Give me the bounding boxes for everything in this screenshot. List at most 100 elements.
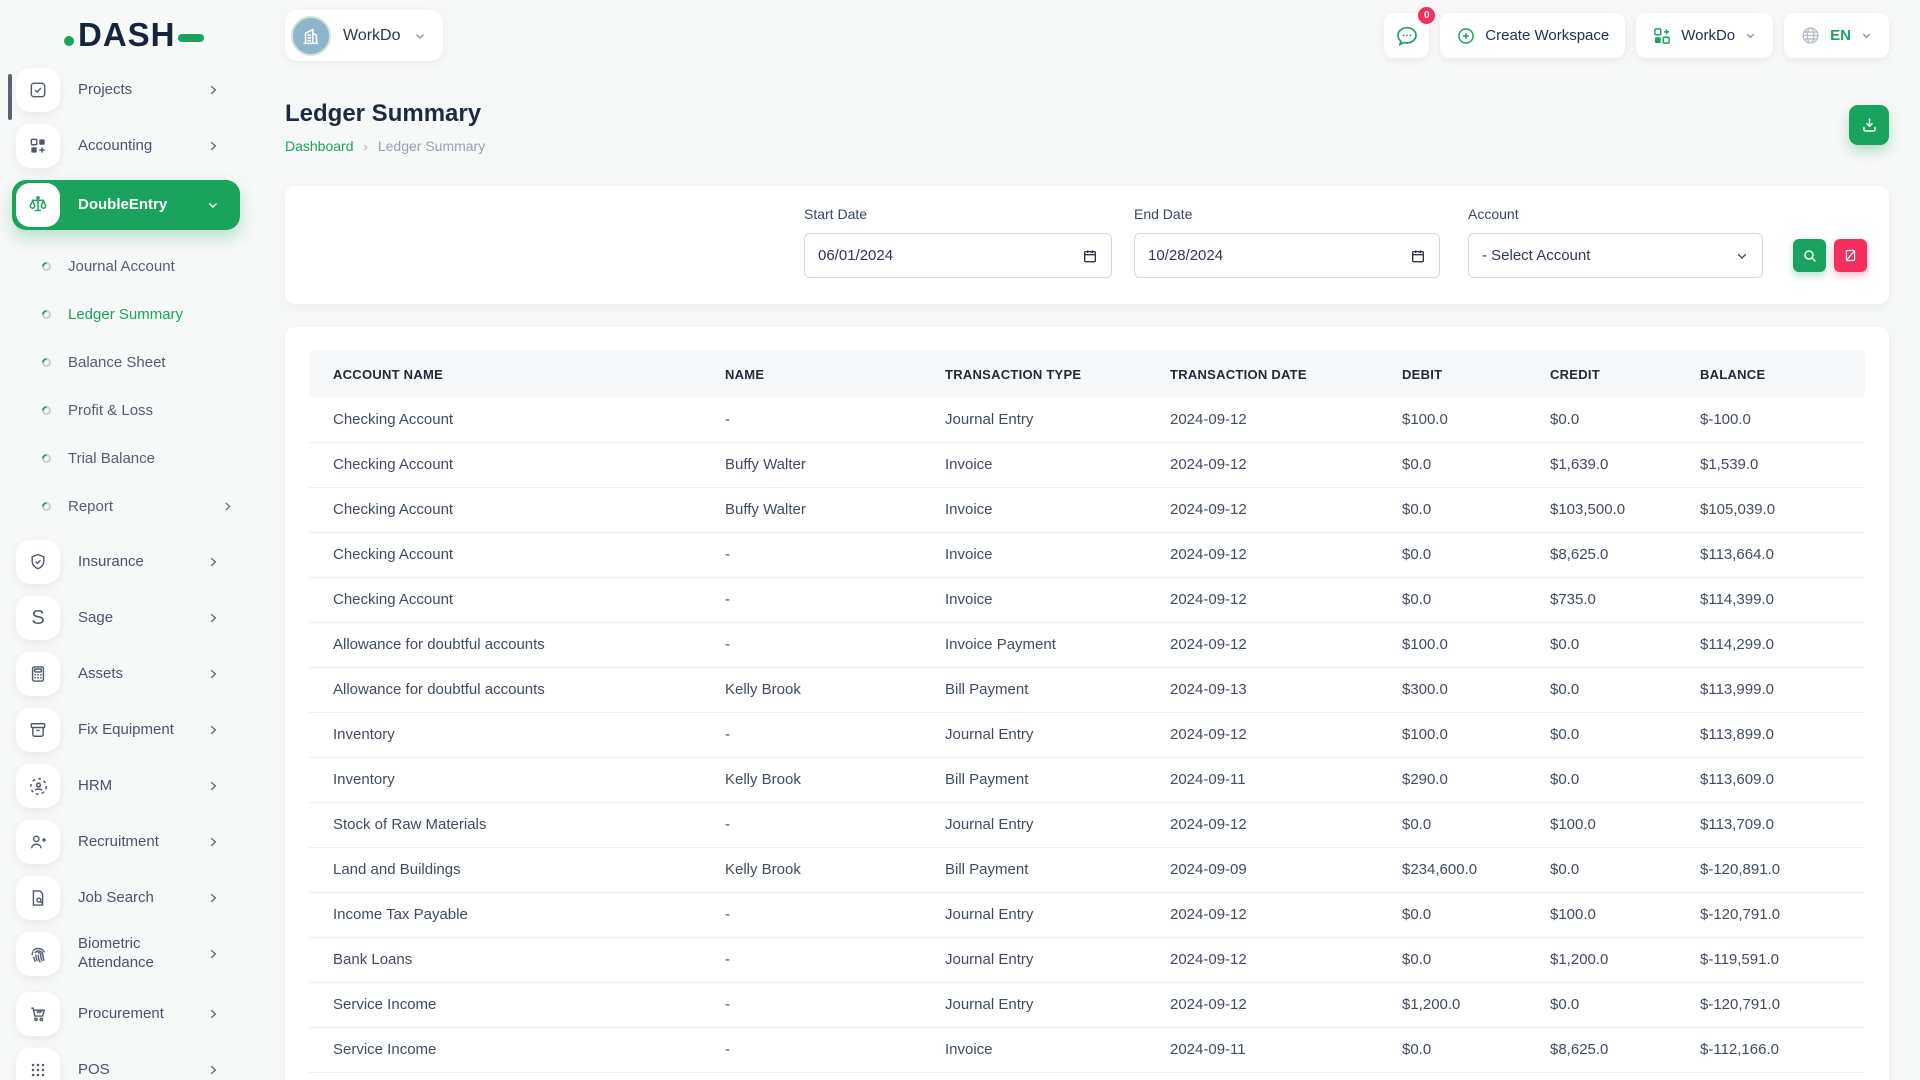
table-cell: $-120,791.0 xyxy=(1676,892,1865,937)
table-row: Land and BuildingsKelly BrookBill Paymen… xyxy=(309,847,1865,892)
table-cell: $100.0 xyxy=(1526,802,1676,847)
brand-logo[interactable]: DASH xyxy=(64,18,204,51)
sidebar-item-sage[interactable]: S Sage xyxy=(16,596,242,640)
table-cell: 2024-09-12 xyxy=(1146,982,1378,1027)
table-row: Inventory-Journal Entry2024-09-12$100.0$… xyxy=(309,712,1865,757)
calendar-icon[interactable] xyxy=(1410,248,1426,264)
column-header-name: NAME xyxy=(701,351,921,397)
table-cell: $-120,791.0 xyxy=(1676,982,1865,1027)
end-date-input[interactable]: 10/28/2024 xyxy=(1134,233,1440,278)
sidebar-item-label: HRM xyxy=(78,777,206,796)
table-cell: 2024-09-12 xyxy=(1146,577,1378,622)
calendar-icon[interactable] xyxy=(1082,248,1098,264)
top-header: DASH WorkDo 0 xyxy=(0,0,1920,72)
table-cell: Invoice Payment xyxy=(921,622,1146,667)
sidebar-item-procurement[interactable]: Procurement xyxy=(16,992,242,1036)
table-cell: Allowance for doubtful accounts xyxy=(309,667,701,712)
person-scan-icon xyxy=(16,764,60,808)
table-cell: $100.0 xyxy=(1378,712,1526,757)
table-cell: Invoice xyxy=(921,442,1146,487)
table-row: Allowance for doubtful accountsKelly Bro… xyxy=(309,667,1865,712)
table-cell: $1,539.0 xyxy=(1676,442,1865,487)
table-cell: 2024-09-13 xyxy=(1146,667,1378,712)
column-header-account-name: ACCOUNT NAME xyxy=(309,351,701,397)
sidebar-item-label: POS xyxy=(78,1061,206,1080)
sage-letter-icon: S xyxy=(16,596,60,640)
sidebar-item-projects[interactable]: Projects xyxy=(16,68,242,112)
filter-search-button[interactable] xyxy=(1793,239,1826,272)
sidebar-scrollbar-thumb[interactable] xyxy=(8,74,12,120)
sidebar-item-pos[interactable]: POS xyxy=(16,1048,242,1080)
table-cell: Journal Entry xyxy=(921,712,1146,757)
submenu-item-report[interactable]: Report xyxy=(0,482,256,530)
table-row: Checking AccountBuffy WalterInvoice2024-… xyxy=(309,442,1865,487)
sidebar-item-biometric-attendance[interactable]: Biometric Attendance xyxy=(16,932,242,976)
table-cell: Kelly Brook xyxy=(701,667,921,712)
table-cell: $0.0 xyxy=(1526,622,1676,667)
sidebar-item-job-search[interactable]: Job Search xyxy=(16,876,242,920)
table-cell: $114,399.0 xyxy=(1676,577,1865,622)
submenu-item-profit-loss[interactable]: Profit & Loss xyxy=(0,386,256,434)
sidebar-item-label: Fix Equipment xyxy=(78,721,206,740)
chevron-right-icon xyxy=(206,667,220,681)
account-select[interactable]: - Select Account xyxy=(1468,233,1763,278)
table-cell: 2024-09-12 xyxy=(1146,442,1378,487)
sidebar-item-insurance[interactable]: Insurance xyxy=(16,540,242,584)
sidebar-item-doubleentry[interactable]: DoubleEntry xyxy=(12,180,240,230)
filter-reset-button[interactable] xyxy=(1834,239,1867,272)
chevron-right-icon xyxy=(206,139,220,153)
plus-circle-icon xyxy=(1456,26,1476,46)
table-cell: $0.0 xyxy=(1378,577,1526,622)
table-cell: Kelly Brook xyxy=(701,847,921,892)
fingerprint-icon xyxy=(16,932,60,976)
submenu-item-journal-account[interactable]: Journal Account xyxy=(0,242,256,290)
table-cell: $0.0 xyxy=(1526,847,1676,892)
workspace-switcher[interactable]: WorkDo xyxy=(285,10,443,61)
account-group: Account - Select Account xyxy=(1468,186,1763,304)
table-cell: $1,200.0 xyxy=(1526,937,1676,982)
header-actions: 0 Create Workspace WorkDo xyxy=(1384,13,1889,58)
sidebar-item-hrm[interactable]: HRM xyxy=(16,764,242,808)
workspace-menu-button[interactable]: WorkDo xyxy=(1636,13,1773,58)
logo-dash-icon xyxy=(178,34,204,42)
sidebar-item-label: Assets xyxy=(78,665,206,684)
table-cell: Bill Payment xyxy=(921,757,1146,802)
table-cell: $0.0 xyxy=(1378,802,1526,847)
table-cell: 2024-09-12 xyxy=(1146,892,1378,937)
messages-count-badge: 0 xyxy=(1418,7,1435,24)
bullet-icon xyxy=(40,260,53,273)
sidebar-item-recruitment[interactable]: Recruitment xyxy=(16,820,242,864)
projects-checkbox-icon xyxy=(16,68,60,112)
sidebar-item-fix-equipment[interactable]: Fix Equipment xyxy=(16,708,242,752)
submenu-item-ledger-summary[interactable]: Ledger Summary xyxy=(0,290,256,338)
table-cell: $1,200.0 xyxy=(1378,982,1526,1027)
table-cell: Journal Entry xyxy=(921,892,1146,937)
doubleentry-submenu: Journal Account Ledger Summary Balance S… xyxy=(0,242,256,530)
start-date-value: 06/01/2024 xyxy=(818,247,893,264)
table-cell: 2024-09-12 xyxy=(1146,802,1378,847)
sidebar-item-label: Recruitment xyxy=(78,833,206,852)
dots-grid-icon xyxy=(16,1048,60,1080)
table-cell: Land and Buildings xyxy=(309,847,701,892)
table-cell: $113,999.0 xyxy=(1676,667,1865,712)
sidebar-item-accounting[interactable]: Accounting xyxy=(16,124,242,168)
chevron-right-icon xyxy=(206,555,220,569)
breadcrumb-current: Ledger Summary xyxy=(378,138,485,154)
sidebar-item-assets[interactable]: Assets xyxy=(16,652,242,696)
chat-bubble-icon xyxy=(1395,24,1419,48)
create-workspace-label: Create Workspace xyxy=(1485,27,1609,44)
start-date-input[interactable]: 06/01/2024 xyxy=(804,233,1112,278)
export-button[interactable] xyxy=(1849,105,1889,145)
submenu-item-label: Trial Balance xyxy=(68,450,256,467)
language-selector[interactable]: EN xyxy=(1784,13,1889,58)
breadcrumb-dashboard-link[interactable]: Dashboard xyxy=(285,138,354,154)
table-row: Checking Account-Invoice2024-09-12$0.0$8… xyxy=(309,532,1865,577)
create-workspace-button[interactable]: Create Workspace xyxy=(1440,13,1625,58)
chevron-right-icon xyxy=(206,1063,220,1077)
submenu-item-trial-balance[interactable]: Trial Balance xyxy=(0,434,256,482)
language-label: EN xyxy=(1830,27,1851,44)
messages-button[interactable]: 0 xyxy=(1384,13,1429,58)
submenu-item-balance-sheet[interactable]: Balance Sheet xyxy=(0,338,256,386)
table-cell: Checking Account xyxy=(309,397,701,442)
table-cell: 2024-09-11 xyxy=(1146,757,1378,802)
